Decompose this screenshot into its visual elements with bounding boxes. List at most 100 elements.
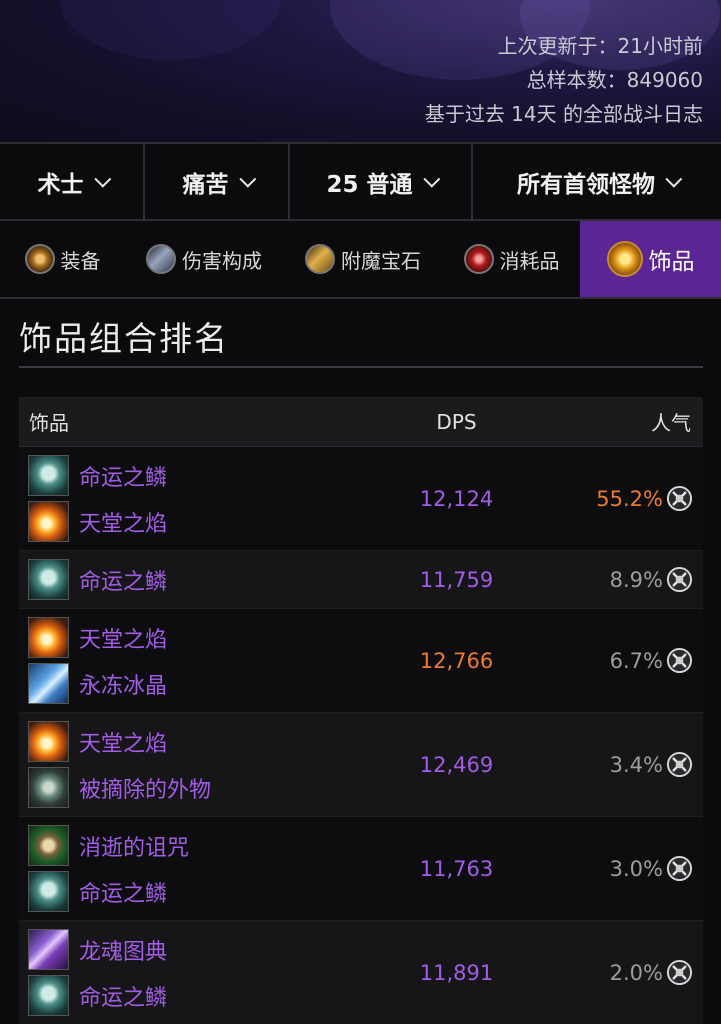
trinket-name: 消逝的诅咒: [79, 835, 190, 861]
scale-of-fates-icon: [28, 559, 69, 600]
trinket-combo: 命运之鳞 天堂之焰: [19, 455, 349, 543]
table-row[interactable]: 消逝的诅咒 命运之鳞 11,763 3.0%: [19, 817, 703, 921]
trinket-item[interactable]: 命运之鳞: [28, 559, 349, 601]
eternal-ice-crystal-icon: [28, 663, 69, 704]
flame-of-heavens-icon: [28, 721, 69, 762]
boss-filter-dropdown[interactable]: 所有首领怪物: [473, 144, 721, 219]
trinket-item[interactable]: 天堂之焰: [28, 501, 349, 543]
extracted-relic-icon: [28, 767, 69, 808]
skull-badge-icon: [666, 959, 693, 986]
table-row[interactable]: 天堂之焰 被摘除的外物 12,469 3.4%: [19, 713, 703, 817]
scale-of-fates-icon: [28, 455, 69, 496]
trinket-combo: 命运之鳞: [19, 559, 349, 601]
popularity-value: 3.4%: [609, 752, 663, 777]
last-updated-text: 上次更新于：21小时前: [497, 34, 703, 58]
class-filter-dropdown[interactable]: 术士: [0, 144, 145, 219]
trinket-item[interactable]: 命运之鳞: [28, 871, 349, 913]
dps-value: 12,124: [419, 486, 494, 511]
spec-filter-dropdown[interactable]: 痛苦: [145, 144, 290, 219]
trinket-name: 命运之鳞: [79, 465, 168, 491]
tab-trinkets[interactable]: 饰品: [580, 221, 721, 297]
trinket-name: 被摘除的外物: [79, 777, 212, 803]
column-header-trinket[interactable]: 饰品: [19, 407, 349, 436]
trinket-combo: 龙魂图典 命运之鳞: [19, 929, 349, 1017]
trinket-name: 龙魂图典: [79, 939, 168, 965]
dragon-soul-tome-icon: [28, 929, 69, 970]
tab-consumables-label: 消耗品: [499, 248, 560, 273]
difficulty-filter-dropdown[interactable]: 25 普通: [290, 144, 473, 219]
column-header-dps[interactable]: DPS: [349, 410, 544, 434]
trinket-name: 命运之鳞: [79, 985, 168, 1011]
popularity-cell: 8.9%: [544, 566, 703, 593]
sample-count-text: 总样本数：849060: [526, 68, 703, 92]
column-header-popularity[interactable]: 人气: [544, 407, 703, 436]
flame-of-heavens-icon: [28, 501, 69, 542]
table-row[interactable]: 命运之鳞 天堂之焰 12,124 55.2%: [19, 447, 703, 551]
chevron-down-icon: [665, 170, 683, 188]
tab-damage-breakdown-label: 伤害构成: [182, 248, 262, 273]
popularity-value: 8.9%: [609, 567, 663, 592]
trinket-combo: 天堂之焰 永冻冰晶: [19, 617, 349, 705]
trinket-item[interactable]: 永冻冰晶: [28, 663, 349, 705]
trinket-item[interactable]: 消逝的诅咒: [28, 825, 349, 867]
fading-curse-icon: [28, 825, 69, 866]
tab-damage-breakdown[interactable]: 伤害构成: [125, 221, 283, 297]
popularity-cell: 2.0%: [544, 959, 703, 986]
dps-value: 12,469: [419, 752, 494, 777]
trinket-combo: 天堂之焰 被摘除的外物: [19, 721, 349, 809]
damage-breakdown-icon: [146, 244, 176, 274]
trinket-ranking-table: 饰品 DPS 人气 命运之鳞 天堂之焰 12,124 55.2% 命运之鳞 11…: [19, 397, 703, 1024]
chevron-down-icon: [238, 170, 256, 188]
tab-gear[interactable]: 装备: [0, 221, 125, 297]
popularity-value: 2.0%: [609, 960, 663, 985]
popularity-cell: 3.4%: [544, 751, 703, 778]
filter-bar: 术士 痛苦 25 普通 所有首领怪物: [0, 142, 721, 221]
skull-badge-icon: [666, 855, 693, 882]
section-title: 饰品组合排名: [19, 319, 229, 358]
banner-art: [60, 0, 280, 60]
popularity-value: 55.2%: [596, 486, 663, 511]
gear-icon: [24, 244, 55, 274]
skull-badge-icon: [666, 485, 693, 512]
consumable-icon: [463, 244, 494, 274]
category-tabs: 装备 伤害构成 附魔宝石 消耗品 饰品: [0, 221, 721, 299]
dps-value: 11,891: [419, 960, 494, 985]
trinket-item[interactable]: 龙魂图典: [28, 929, 349, 971]
flame-of-heavens-icon: [28, 617, 69, 658]
table-row[interactable]: 龙魂图典 命运之鳞 11,891 2.0%: [19, 921, 703, 1024]
popularity-value: 6.7%: [609, 648, 663, 673]
trinket-name: 命运之鳞: [79, 569, 168, 595]
trinket-item[interactable]: 天堂之焰: [28, 617, 349, 659]
header-banner: 上次更新于：21小时前 总样本数：849060 基于过去 14天 的全部战斗日志: [0, 0, 721, 142]
skull-badge-icon: [666, 566, 693, 593]
tab-enchants-gems[interactable]: 附魔宝石: [283, 221, 443, 297]
popularity-cell: 55.2%: [544, 485, 703, 512]
section-divider: [19, 366, 703, 368]
data-range-text: 基于过去 14天 的全部战斗日志: [424, 102, 703, 126]
trinket-item[interactable]: 被摘除的外物: [28, 767, 349, 809]
trinket-combo: 消逝的诅咒 命运之鳞: [19, 825, 349, 913]
trinket-item[interactable]: 命运之鳞: [28, 455, 349, 497]
tab-trinkets-label: 饰品: [648, 249, 695, 275]
chevron-down-icon: [93, 170, 111, 188]
trinket-name: 命运之鳞: [79, 881, 168, 907]
table-row[interactable]: 天堂之焰 永冻冰晶 12,766 6.7%: [19, 609, 703, 713]
trinket-item[interactable]: 天堂之焰: [28, 721, 349, 763]
popularity-cell: 6.7%: [544, 647, 703, 674]
trinket-item[interactable]: 命运之鳞: [28, 975, 349, 1017]
table-row[interactable]: 命运之鳞 11,759 8.9%: [19, 551, 703, 609]
trinket-name: 天堂之焰: [79, 511, 168, 537]
tab-gear-label: 装备: [60, 248, 101, 273]
trinket-name: 天堂之焰: [79, 627, 168, 653]
dps-value: 11,759: [419, 567, 494, 592]
popularity-value: 3.0%: [609, 856, 663, 881]
skull-badge-icon: [666, 647, 693, 674]
enchant-gem-icon: [305, 244, 335, 274]
skull-badge-icon: [666, 751, 693, 778]
trinket-name: 天堂之焰: [79, 731, 168, 757]
difficulty-filter-label: 25 普通: [326, 171, 413, 198]
class-filter-label: 术士: [37, 171, 84, 198]
tab-consumables[interactable]: 消耗品: [443, 221, 580, 297]
scale-of-fates-icon: [28, 871, 69, 912]
boss-filter-label: 所有首领怪物: [517, 171, 655, 198]
